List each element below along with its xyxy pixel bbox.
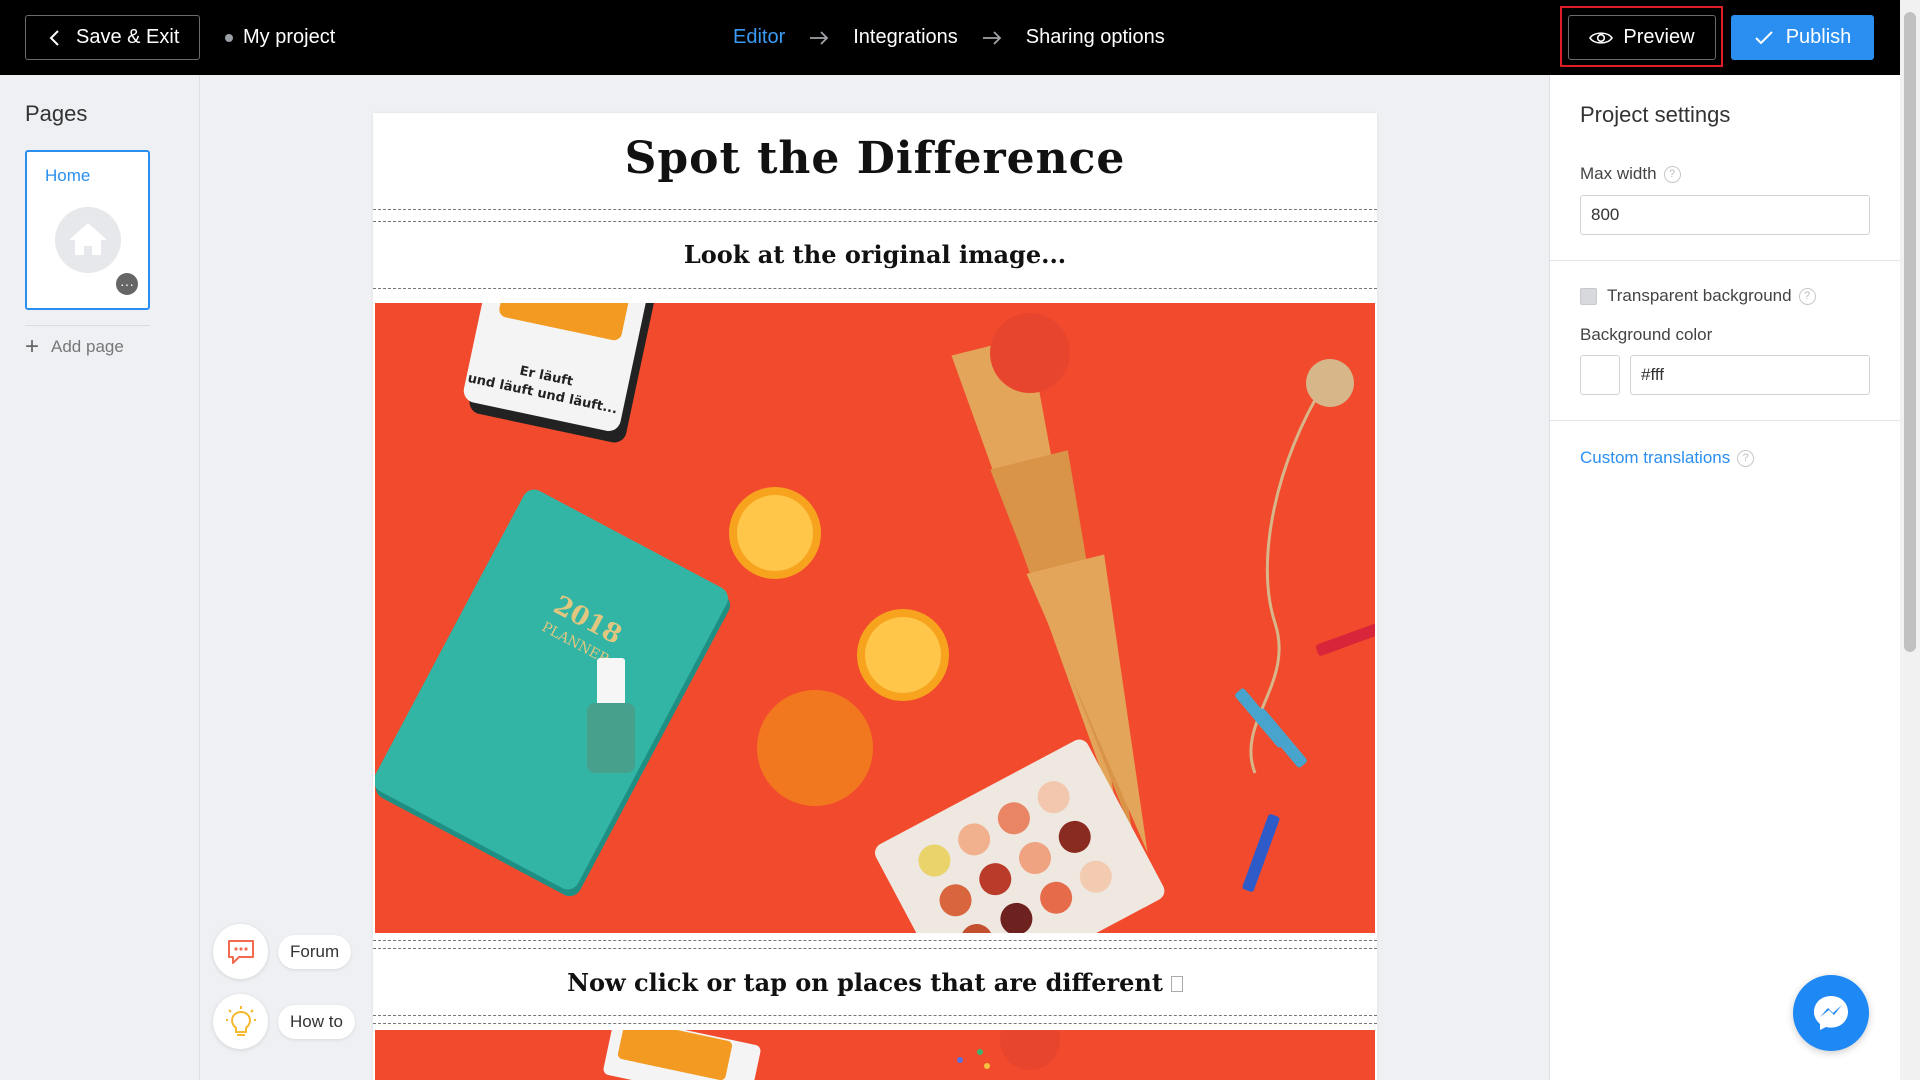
transparent-background-checkbox[interactable]: [1580, 287, 1597, 305]
original-image-caption[interactable]: Look at the original image...: [373, 240, 1377, 269]
background-color-input[interactable]: #fff: [1630, 355, 1870, 395]
block-divider: [373, 1015, 1377, 1016]
transparent-background-option[interactable]: Transparent background ?: [1580, 286, 1816, 306]
section-divider: [1550, 420, 1901, 421]
help-icon[interactable]: ?: [1737, 449, 1755, 467]
sidebar-divider: [25, 325, 150, 326]
modified-image[interactable]: [375, 1030, 1375, 1080]
block-divider: [373, 948, 1377, 949]
instruction-text: Now click or tap on places that are diff…: [567, 968, 1163, 997]
background-color-label: Background color: [1580, 325, 1713, 344]
eye-icon: [1589, 31, 1614, 44]
pages-title: Pages: [25, 101, 88, 126]
instruction-caption[interactable]: Now click or tap on places that are diff…: [373, 968, 1377, 997]
step-editor[interactable]: Editor: [733, 26, 785, 49]
save-exit-button[interactable]: Save & Exit: [25, 15, 200, 60]
max-width-label: Max width ?: [1580, 164, 1681, 184]
messenger-chat-button[interactable]: [1793, 975, 1869, 1051]
chevron-left-icon: [49, 29, 59, 46]
step-integrations[interactable]: Integrations: [853, 26, 958, 49]
custom-translations-link[interactable]: Custom translations ?: [1580, 448, 1755, 468]
page-card-label: Home: [45, 166, 91, 185]
block-divider: [373, 1023, 1377, 1024]
save-exit-label: Save & Exit: [76, 26, 180, 48]
pages-sidebar: Pages Home ··· + Add page: [0, 75, 200, 1080]
how-to-widget[interactable]: How to: [213, 994, 355, 1049]
project-settings-panel: Project settings Max width ? 800 Transpa…: [1549, 75, 1901, 1080]
quiz-title[interactable]: Spot the Difference: [373, 133, 1377, 184]
home-icon: [55, 207, 121, 273]
block-divider: [373, 288, 1377, 289]
arrow-right-icon: [809, 30, 829, 45]
preview-button[interactable]: Preview: [1568, 15, 1716, 60]
block-divider: [373, 221, 1377, 222]
check-icon: [1754, 30, 1773, 44]
more-options-icon[interactable]: ···: [116, 273, 138, 295]
help-icon[interactable]: ?: [1798, 287, 1816, 305]
forum-widget[interactable]: Forum: [213, 924, 352, 979]
step-nav: Editor Integrations Sharing options: [733, 26, 1165, 49]
custom-translations-label: Custom translations: [1580, 448, 1731, 467]
scrollbar-thumb[interactable]: [1904, 12, 1916, 652]
preview-label: Preview: [1623, 26, 1695, 48]
max-width-label-text: Max width: [1580, 164, 1657, 183]
how-to-label: How to: [278, 1004, 355, 1039]
max-width-input[interactable]: 800: [1580, 195, 1870, 235]
plus-icon: +: [25, 333, 40, 360]
page-card-home[interactable]: Home ···: [25, 150, 150, 310]
section-divider: [1550, 260, 1901, 261]
block-divider: [373, 940, 1377, 941]
publish-label: Publish: [1785, 26, 1852, 48]
emoji-placeholder-icon: [1170, 976, 1183, 992]
publish-button[interactable]: Publish: [1731, 15, 1874, 60]
top-bar: Save & Exit My project Editor Integratio…: [0, 0, 1920, 75]
add-page-label: Add page: [51, 337, 124, 356]
settings-title: Project settings: [1580, 102, 1731, 127]
status-dot-icon: [225, 33, 233, 42]
lightbulb-icon: [213, 994, 268, 1049]
background-color-swatch[interactable]: [1580, 355, 1620, 395]
transparent-background-label: Transparent background: [1607, 286, 1792, 305]
block-divider: [373, 209, 1377, 210]
forum-label: Forum: [278, 934, 352, 969]
editor-canvas: Spot the Difference Look at the original…: [373, 113, 1377, 1080]
project-name[interactable]: My project: [225, 26, 335, 49]
arrow-right-icon: [982, 30, 1002, 45]
project-name-label: My project: [243, 26, 336, 48]
chat-bubble-icon: [213, 924, 268, 979]
original-image[interactable]: Er läuft und läuft und läuft... 2018 PLA…: [375, 303, 1375, 933]
page-scrollbar[interactable]: [1900, 0, 1920, 1080]
step-sharing-options[interactable]: Sharing options: [1026, 26, 1165, 49]
help-icon[interactable]: ?: [1663, 165, 1681, 183]
messenger-icon: [1814, 996, 1848, 1030]
add-page-button[interactable]: + Add page: [25, 333, 124, 361]
